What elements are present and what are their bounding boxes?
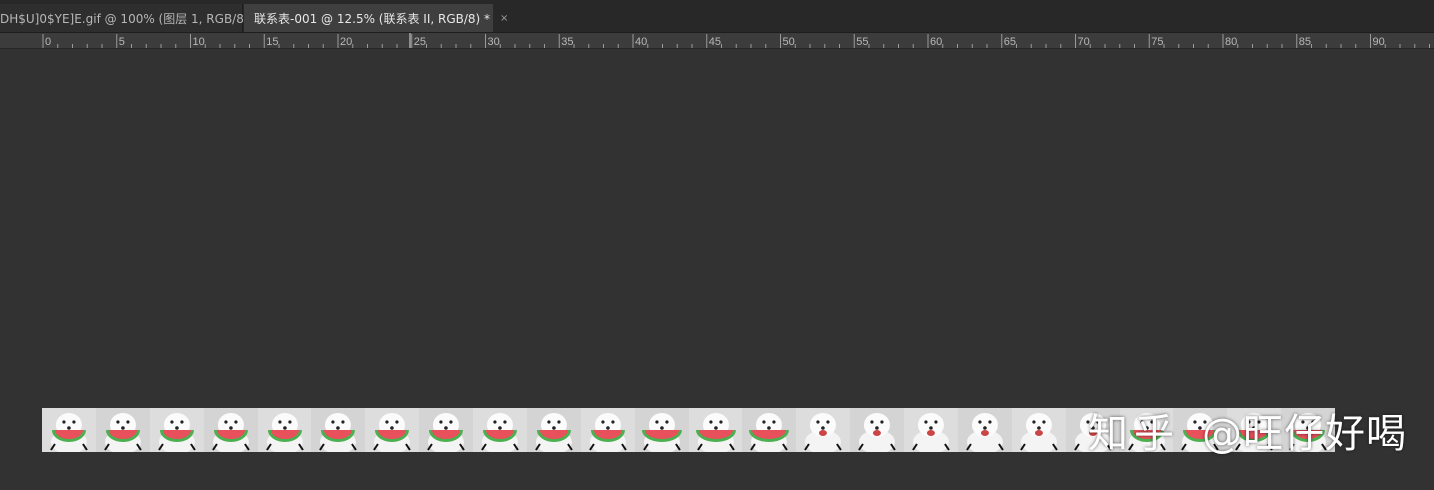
watermark: 知乎 @旺仔好喝: [1088, 404, 1407, 457]
document-tab-bar: DH$U]0$YE]E.gif @ 100% (图层 1, RGB/8) × 联…: [0, 0, 1434, 33]
ruler-label: 25: [414, 36, 426, 48]
sprite-frame: [203, 408, 258, 452]
ruler-label: 35: [561, 36, 573, 48]
ruler-label: 70: [1078, 36, 1090, 48]
watermark-logo: 知乎: [1088, 411, 1180, 457]
sprite-frame: [796, 408, 851, 452]
ruler-label: 30: [488, 36, 500, 48]
sprite-frame: [634, 408, 689, 452]
ruler-label: 45: [709, 36, 721, 48]
sprite-frame: [688, 408, 743, 452]
sprite-frame: [850, 408, 904, 452]
ruler-label: 65: [1004, 36, 1016, 48]
ruler-label: 90: [1373, 36, 1385, 48]
ruler-label: 55: [856, 36, 868, 48]
close-icon[interactable]: ×: [500, 13, 508, 24]
sprite-frame: [957, 408, 1012, 452]
sprite-frame: [95, 408, 150, 452]
horizontal-ruler[interactable]: 0 5 10 15 20 25 30 35 40 45 50 55 60 65 70 75 80 85 90: [0, 33, 1434, 49]
watermark-handle: @旺仔好喝: [1202, 411, 1407, 457]
sprite-frame: [149, 408, 204, 452]
ruler-label: 15: [266, 36, 278, 48]
ruler-label: 0: [45, 36, 51, 48]
ruler-label: 80: [1225, 36, 1237, 48]
sprite-frame: [365, 408, 420, 452]
sprite-frame: [580, 408, 635, 452]
sprite-frame: [1011, 408, 1066, 452]
sprite-frame: [257, 408, 312, 452]
tab-gif-document[interactable]: DH$U]0$YE]E.gif @ 100% (图层 1, RGB/8) ×: [0, 4, 267, 32]
ruler-ticks: 0 5 10 15 20 25 30 35 40 45 50 55 60 65 70 75 80 85 90: [42, 33, 1430, 48]
ruler-label: 75: [1151, 36, 1163, 48]
ruler-label: 10: [193, 36, 205, 48]
sprite-frame: [311, 408, 366, 452]
ruler-label: 20: [340, 36, 352, 48]
tab-contact-sheet[interactable]: 联系表-001 @ 12.5% (联系表 II, RGB/8) * ×: [244, 4, 508, 32]
sprite-frame: [526, 408, 581, 452]
ruler-label: 85: [1299, 36, 1311, 48]
tab-label: 联系表-001 @ 12.5% (联系表 II, RGB/8) *: [254, 11, 491, 26]
sprite-frame: [742, 408, 797, 452]
sprite-frame: [473, 408, 527, 452]
sprite-frame: [904, 408, 958, 452]
sprite-frame: [42, 408, 96, 452]
ruler-label: 5: [119, 36, 125, 48]
ruler-label: 50: [783, 36, 795, 48]
ruler-label: 60: [930, 36, 942, 48]
ruler-label: 40: [635, 36, 647, 48]
tab-label: DH$U]0$YE]E.gif @ 100% (图层 1, RGB/8): [0, 11, 249, 26]
sprite-frame: [419, 408, 473, 452]
